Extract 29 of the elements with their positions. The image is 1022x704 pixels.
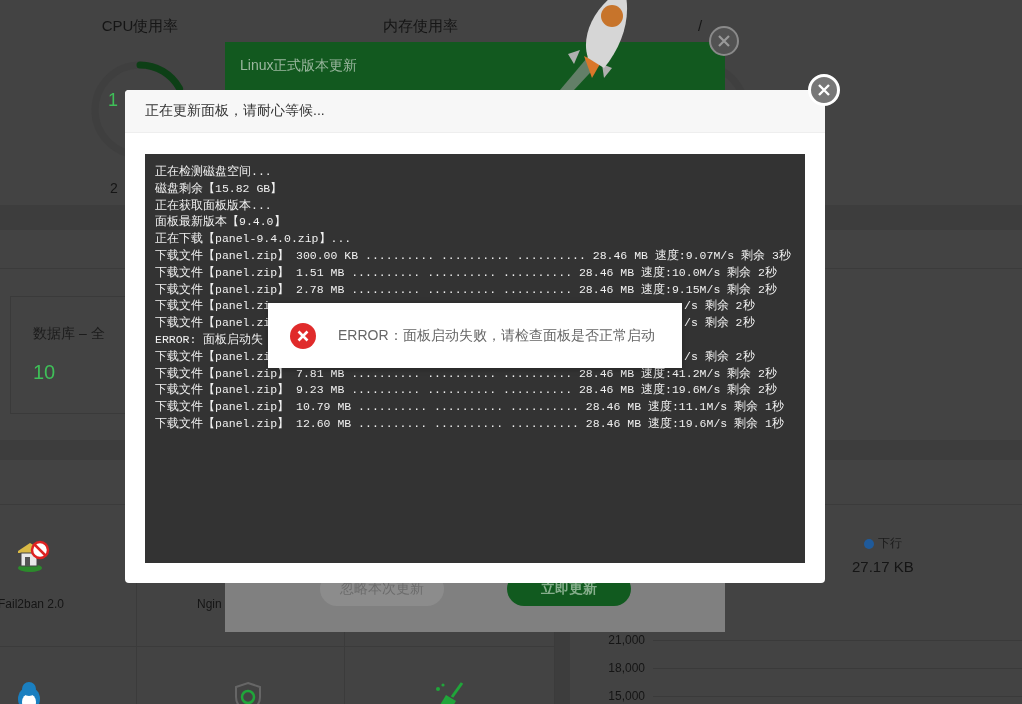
dialog-title: Linux正式版本更新 <box>240 57 358 75</box>
log-line: 下载文件【panel.zi <box>155 316 271 330</box>
log-line: 下载文件【panel.zip】 300.00 KB .......... .......... .......... 28.46 MB 速度:9.07M/s 剩余 3秒 <box>155 249 791 262</box>
log-line: 下载文件【panel.zi <box>155 349 271 363</box>
log-line: 正在检测磁盘空间... <box>155 165 272 178</box>
log-line: /s 剩余 2秒 <box>684 348 755 365</box>
house-prohibited-icon[interactable] <box>16 539 50 573</box>
log-line: 下载文件【panel.zi <box>155 299 271 313</box>
card-value: 10 <box>33 361 56 384</box>
close-icon <box>817 83 831 97</box>
log-line: 下载文件【panel.zip】 12.60 MB .......... .......... .......... 28.46 MB 速度:19.6M/s 剩余 1秒 <box>155 416 784 430</box>
log-line: 下载文件【panel.zip】 1.51 MB .......... .......... .......... 28.46 MB 速度:10.0M/s 剩余 2秒 <box>155 265 777 279</box>
close-icon <box>717 34 731 48</box>
log-line: 正在获取面板版本... <box>155 198 272 212</box>
log-line: 面板最新版本【9.4.0】 <box>155 215 286 229</box>
dialog-title: 正在更新面板，请耐心等候... <box>145 102 325 120</box>
error-icon <box>290 322 316 349</box>
log-line: ERROR: 面板启动失 <box>155 332 264 346</box>
broom-icon[interactable] <box>433 681 466 704</box>
log-line: /s 剩余 2秒 <box>684 315 755 332</box>
log-line: /s 剩余 2秒 <box>684 298 755 315</box>
shield-icon[interactable] <box>233 681 263 704</box>
log-line: 磁盘剩余【15.82 GB】 <box>155 181 283 195</box>
toast-message: ERROR：面板启动失败，请检查面板是否正常启动 <box>338 326 655 345</box>
gauge-label: / <box>697 16 703 36</box>
log-line: 正在下载【panel-9.4.0.zip】... <box>155 232 352 246</box>
gauge-value: 1 <box>108 90 118 111</box>
log-line: 下载文件【panel.zip】 2.78 MB .......... .......... .......... 28.46 MB 速度:9.15M/s 剩余 2秒 <box>155 282 777 296</box>
penguin-icon[interactable] <box>16 681 42 704</box>
